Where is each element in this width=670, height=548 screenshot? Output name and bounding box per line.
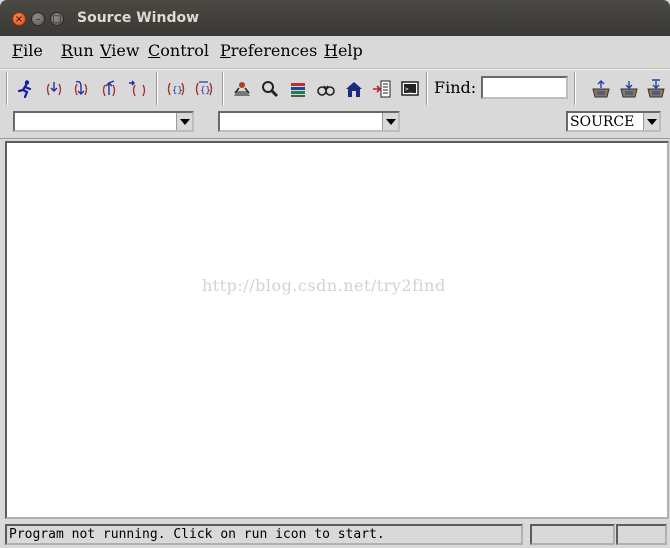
combo-row: SOURCE <box>0 108 670 139</box>
down-stack-icon[interactable] <box>619 79 639 99</box>
source-window: × – □ Source Window File Run View Contro… <box>0 0 670 548</box>
stack-icon[interactable] <box>288 79 308 99</box>
toolbar-separator <box>6 72 8 105</box>
mode-combobox[interactable]: SOURCE <box>566 111 661 132</box>
menubar: File Run View Control Preferences Help <box>0 36 670 69</box>
svg-text:{}: {} <box>172 86 183 96</box>
run-icon[interactable] <box>15 79 35 99</box>
status-bar: Program not running. Click on run icon t… <box>0 521 670 548</box>
maximize-window-button[interactable]: □ <box>50 12 64 26</box>
breakpoints-icon[interactable] <box>372 79 392 99</box>
next-icon[interactable] <box>71 79 91 99</box>
chevron-down-icon[interactable] <box>176 113 192 130</box>
watermark: http://blog.csdn.net/try2find <box>202 276 446 295</box>
source-pane[interactable]: http://blog.csdn.net/try2find <box>5 141 669 519</box>
file-combobox[interactable] <box>13 111 194 132</box>
toolbar-separator <box>156 72 158 105</box>
minimize-window-button[interactable]: – <box>31 12 45 26</box>
memory-icon[interactable] <box>260 79 280 99</box>
stepi-icon[interactable]: {} <box>166 79 186 99</box>
finish-icon[interactable] <box>99 79 119 99</box>
svg-text:{}: {} <box>200 86 211 96</box>
toolbar-separator <box>426 72 428 105</box>
mode-combobox-value: SOURCE <box>570 114 635 130</box>
window-title: Source Window <box>77 10 200 26</box>
registers-icon[interactable] <box>232 79 252 99</box>
function-combobox[interactable] <box>218 111 400 132</box>
nexti-icon[interactable]: {} <box>194 79 214 99</box>
menu-file[interactable]: File <box>12 41 43 60</box>
continue-icon[interactable] <box>127 79 147 99</box>
svg-text:>_: >_ <box>405 86 413 93</box>
chevron-down-icon[interactable] <box>643 113 659 130</box>
menu-run[interactable]: Run <box>61 41 94 60</box>
console-icon[interactable]: >_ <box>400 79 420 99</box>
chevron-down-icon[interactable] <box>382 113 398 130</box>
menu-control[interactable]: Control <box>148 41 209 60</box>
status-box <box>530 524 615 545</box>
toolbar-separator <box>574 72 576 105</box>
locals-icon[interactable] <box>344 79 364 99</box>
watch-icon[interactable] <box>316 79 336 99</box>
status-box <box>616 524 667 545</box>
find-input[interactable] <box>481 76 568 99</box>
bottom-stack-icon[interactable] <box>646 79 666 99</box>
close-window-button[interactable]: × <box>12 12 26 26</box>
up-stack-icon[interactable] <box>591 79 611 99</box>
status-message: Program not running. Click on run icon t… <box>5 524 523 545</box>
title-bar[interactable]: × – □ Source Window <box>0 0 670 36</box>
toolbar-separator <box>222 72 224 105</box>
step-icon[interactable] <box>44 79 64 99</box>
menu-help[interactable]: Help <box>324 41 363 60</box>
menu-preferences[interactable]: Preferences <box>220 41 317 60</box>
menu-view[interactable]: View <box>100 41 140 60</box>
menu-file-rest: ile <box>23 41 43 60</box>
toolbar: {} {} >_ Find: <box>0 69 670 109</box>
find-label: Find: <box>434 78 477 97</box>
